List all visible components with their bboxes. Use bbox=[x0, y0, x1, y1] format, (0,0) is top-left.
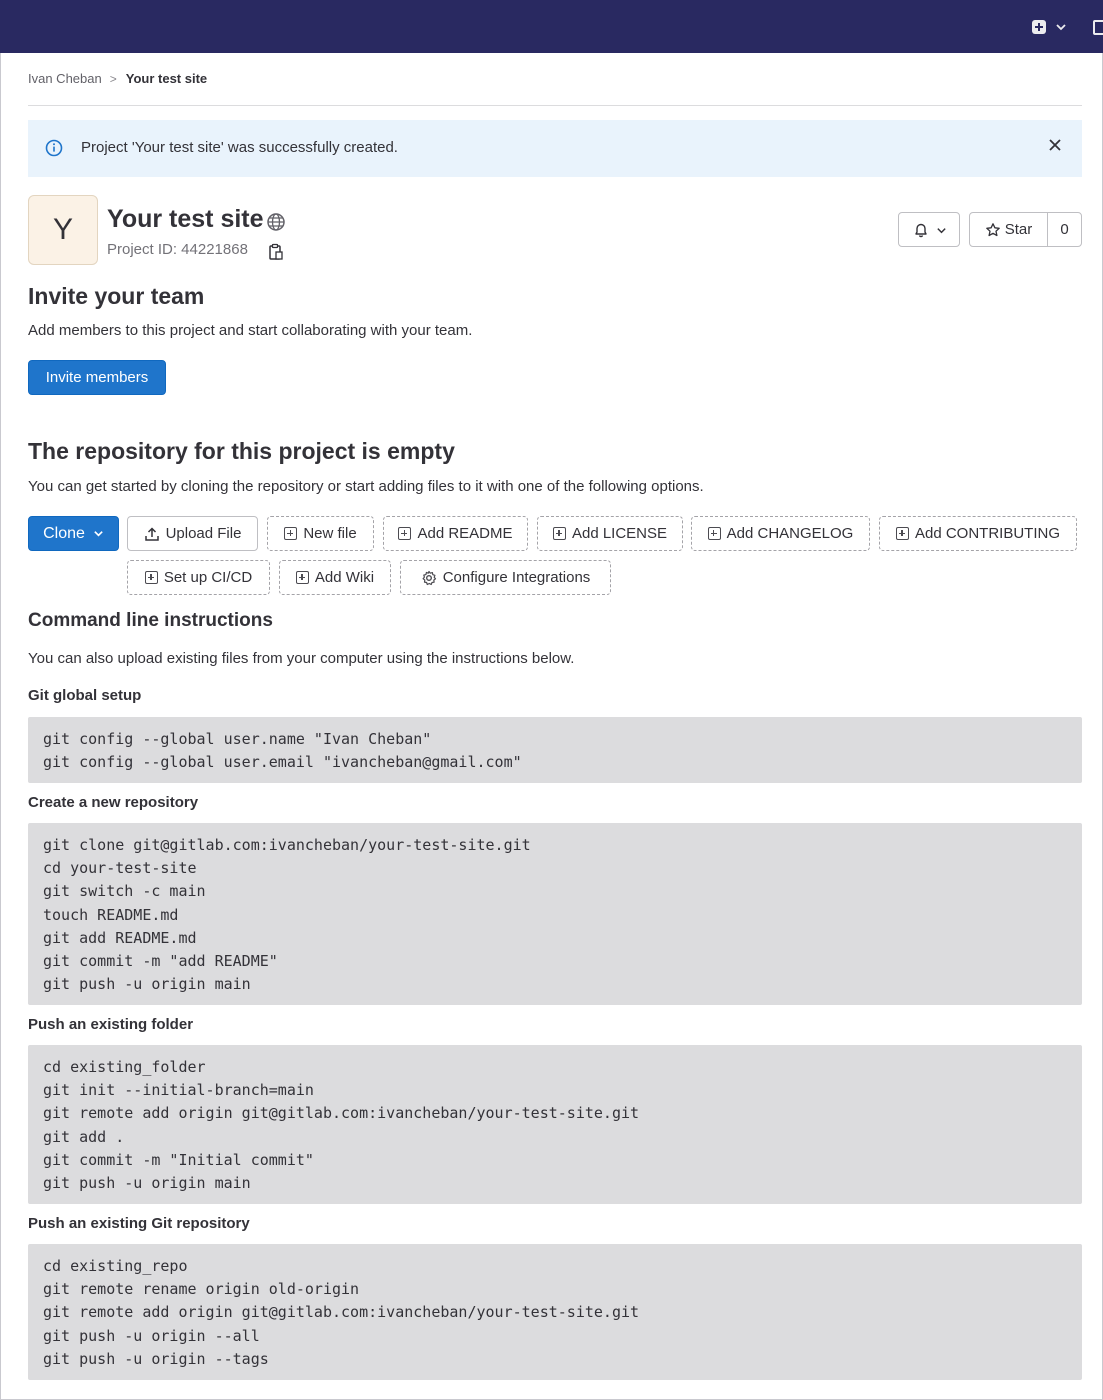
code-line: cd your-test-site bbox=[43, 859, 197, 878]
add-readme-label: Add README bbox=[417, 525, 513, 542]
new-file-label: New file bbox=[303, 525, 357, 542]
code-line: git config --global user.name "Ivan Cheb… bbox=[43, 730, 432, 748]
clone-label: Clone bbox=[43, 524, 85, 542]
upload-icon bbox=[144, 526, 159, 541]
code-line: git add . bbox=[43, 1127, 125, 1146]
top-navbar bbox=[0, 0, 1103, 53]
invite-description: Add members to this project and start co… bbox=[28, 322, 473, 339]
upload-file-button[interactable]: Upload File bbox=[127, 516, 258, 551]
empty-repo-heading: The repository for this project is empty bbox=[28, 438, 455, 464]
invite-heading: Invite your team bbox=[28, 283, 205, 309]
push-git-repo-heading: Push an existing Git repository bbox=[28, 1215, 250, 1232]
create-repo-code: git clone git@gitlab.com:ivancheban/your… bbox=[28, 823, 1082, 1005]
notification-settings-button[interactable] bbox=[898, 212, 960, 247]
plus-square-icon bbox=[284, 527, 298, 540]
code-line: cd existing_repo bbox=[43, 1257, 188, 1275]
code-line: git remote rename origin old-origin bbox=[43, 1280, 360, 1299]
add-readme-button[interactable]: Add README bbox=[383, 516, 528, 551]
success-alert: Project 'Your test site' was successfull… bbox=[28, 120, 1082, 177]
copy-clipboard-icon[interactable] bbox=[268, 243, 284, 261]
code-line: git push -u origin --all bbox=[43, 1326, 260, 1345]
close-icon[interactable] bbox=[1048, 138, 1062, 152]
create-repo-heading: Create a new repository bbox=[28, 794, 199, 811]
git-global-setup-heading: Git global setup bbox=[28, 687, 142, 704]
upload-label: Upload File bbox=[165, 525, 242, 542]
code-line: git remote add origin git@gitlab.com:iva… bbox=[43, 1104, 640, 1123]
setup-cicd-button[interactable]: Set up CI/CD bbox=[127, 560, 270, 595]
breadcrumb-current-project[interactable]: Your test site bbox=[126, 71, 207, 86]
code-line: git push -u origin main bbox=[43, 975, 251, 994]
add-contributing-button[interactable]: Add CONTRIBUTING bbox=[879, 516, 1077, 551]
chevron-down-icon[interactable] bbox=[1055, 21, 1067, 33]
star-icon bbox=[985, 222, 1000, 236]
command-line-description: You can also upload existing files from … bbox=[28, 650, 575, 667]
push-folder-code: cd existing_folder git init --initial-br… bbox=[28, 1045, 1082, 1204]
code-line: git commit -m "Initial commit" bbox=[43, 1150, 314, 1169]
breadcrumb-user-link[interactable]: Ivan Cheban bbox=[28, 71, 102, 86]
code-line: git push -u origin main bbox=[43, 1173, 251, 1192]
breadcrumb-separator-icon: > bbox=[109, 71, 117, 86]
breadcrumb: Ivan Cheban > Your test site bbox=[28, 71, 207, 86]
plus-square-icon bbox=[295, 571, 309, 584]
add-changelog-button[interactable]: Add CHANGELOG bbox=[691, 516, 870, 551]
alert-message: Project 'Your test site' was successfull… bbox=[81, 139, 398, 156]
code-line: git remote add origin git@gitlab.com:iva… bbox=[43, 1303, 640, 1322]
plus-square-icon bbox=[707, 527, 721, 540]
command-line-heading: Command line instructions bbox=[28, 610, 273, 631]
code-line: git push -u origin --tags bbox=[43, 1349, 269, 1368]
new-file-button[interactable]: New file bbox=[267, 516, 374, 551]
push-git-repo-code: cd existing_repo git remote rename origi… bbox=[28, 1244, 1082, 1380]
git-global-setup-code: git config --global user.name "Ivan Cheb… bbox=[28, 717, 1082, 783]
add-license-label: Add LICENSE bbox=[571, 525, 668, 542]
code-line: touch README.md bbox=[43, 905, 179, 924]
sidebar-toggle-icon[interactable] bbox=[1093, 20, 1103, 35]
setup-cicd-label: Set up CI/CD bbox=[163, 569, 253, 586]
project-title: Your test site bbox=[107, 205, 264, 233]
chevron-down-icon bbox=[94, 531, 103, 537]
project-avatar: Y bbox=[28, 195, 98, 265]
clone-dropdown-button[interactable]: Clone bbox=[28, 516, 119, 551]
configure-integrations-label: Configure Integrations bbox=[442, 569, 591, 586]
code-line: cd existing_folder bbox=[43, 1058, 206, 1076]
configure-integrations-button[interactable]: Configure Integrations bbox=[400, 560, 611, 595]
new-menu-plus-icon[interactable] bbox=[1032, 20, 1046, 34]
plus-square-icon bbox=[144, 571, 158, 584]
code-line: git switch -c main bbox=[43, 882, 206, 901]
plus-square-icon bbox=[552, 527, 566, 540]
plus-square-icon bbox=[398, 527, 412, 540]
code-line: git commit -m "add README" bbox=[43, 951, 278, 970]
info-icon bbox=[45, 139, 63, 157]
star-button-group: Star 0 bbox=[969, 212, 1082, 247]
star-count[interactable]: 0 bbox=[1048, 213, 1081, 246]
add-license-button[interactable]: Add LICENSE bbox=[537, 516, 683, 551]
settings-gear-icon bbox=[422, 570, 436, 585]
push-folder-heading: Push an existing folder bbox=[28, 1016, 194, 1033]
add-wiki-label: Add Wiki bbox=[314, 569, 375, 586]
globe-icon bbox=[267, 213, 285, 231]
code-line: git init --initial-branch=main bbox=[43, 1081, 314, 1100]
chevron-down-icon bbox=[937, 228, 946, 234]
star-button[interactable]: Star bbox=[970, 213, 1048, 246]
divider bbox=[28, 105, 1082, 106]
code-line: git config --global user.email "ivancheb… bbox=[43, 753, 522, 772]
add-contributing-label: Add CONTRIBUTING bbox=[914, 525, 1061, 542]
invite-members-button[interactable]: Invite members bbox=[28, 360, 166, 395]
bell-icon bbox=[915, 223, 927, 238]
code-line: git clone git@gitlab.com:ivancheban/your… bbox=[43, 836, 531, 854]
add-wiki-button[interactable]: Add Wiki bbox=[279, 560, 391, 595]
star-label: Star bbox=[1004, 221, 1033, 238]
empty-repo-description: You can get started by cloning the repos… bbox=[28, 478, 704, 495]
project-id: Project ID: 44221868 bbox=[107, 241, 248, 258]
add-changelog-label: Add CHANGELOG bbox=[726, 525, 854, 542]
code-line: git add README.md bbox=[43, 928, 197, 947]
plus-square-icon bbox=[895, 527, 909, 540]
